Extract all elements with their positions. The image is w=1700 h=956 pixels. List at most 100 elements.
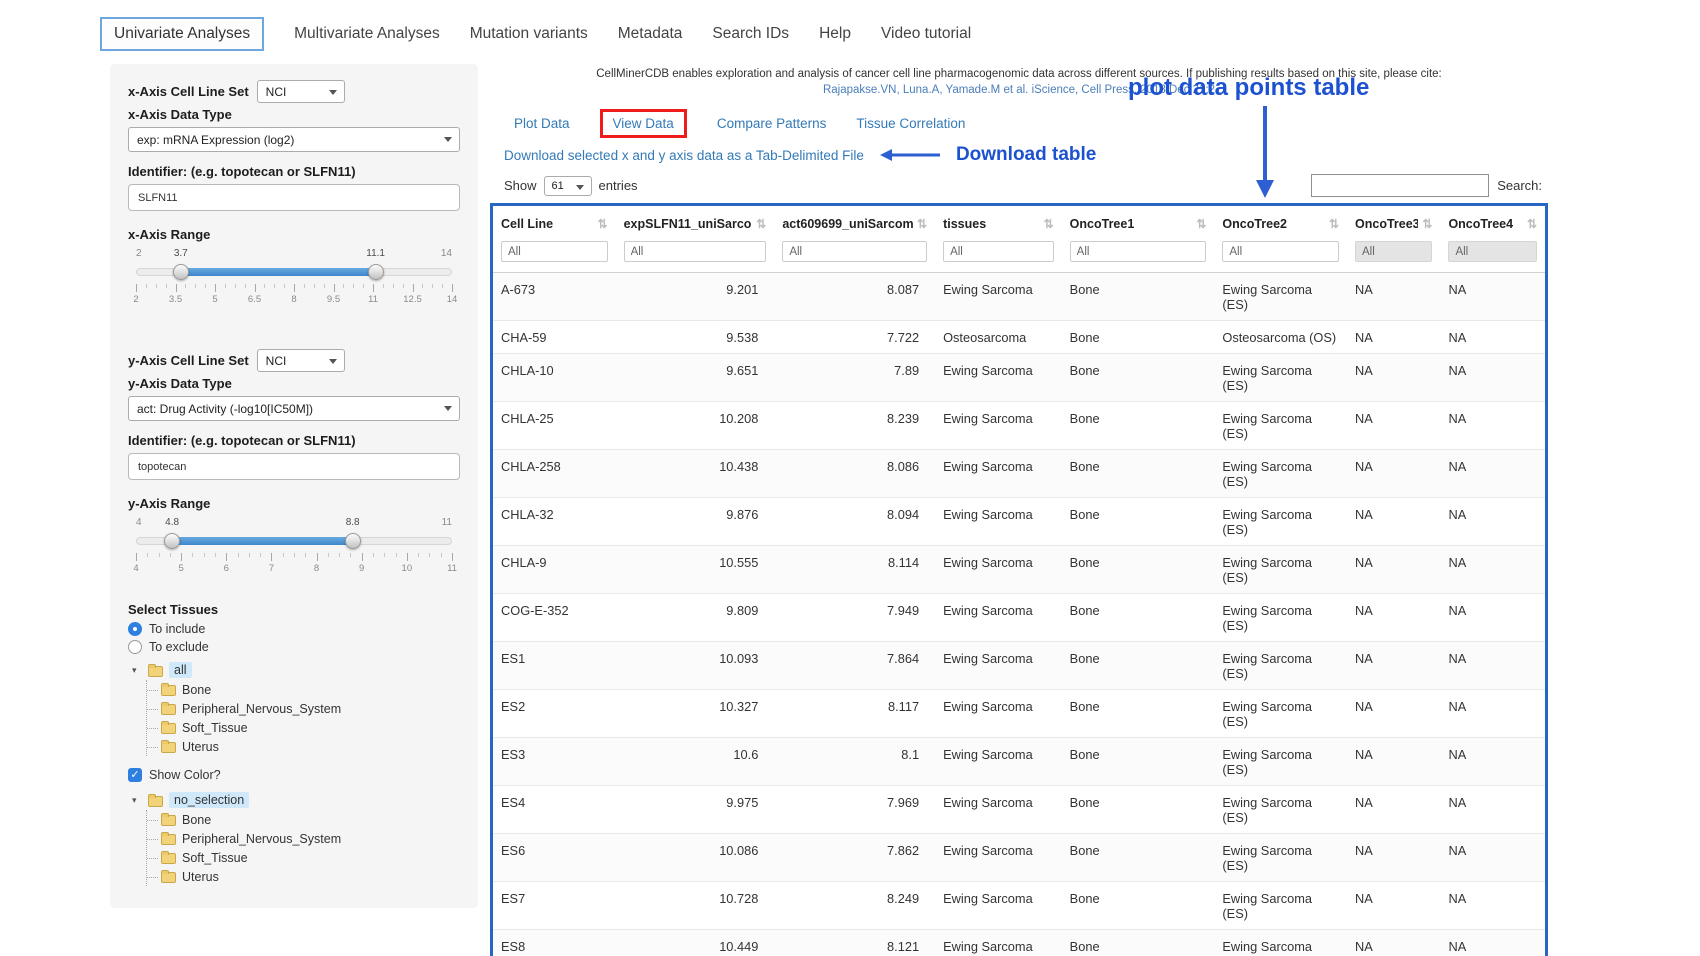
- table-row[interactable]: ES310.68.1Ewing SarcomaBoneEwing Sarcoma…: [493, 738, 1545, 786]
- nav-tab-video-tutorial[interactable]: Video tutorial: [881, 25, 971, 43]
- sort-icon: ⇅: [1527, 217, 1537, 231]
- cell-cell-line: ES1: [493, 642, 616, 690]
- filter-cell-tissues: [935, 239, 1062, 273]
- nav-tab-help[interactable]: Help: [819, 25, 851, 43]
- tab-tissue-correlation[interactable]: Tissue Correlation: [856, 116, 965, 131]
- search-input[interactable]: [1311, 174, 1489, 197]
- tab-plot-data[interactable]: Plot Data: [514, 116, 570, 131]
- filter-input-oncotree4[interactable]: [1448, 241, 1537, 262]
- cell-oncotree1: Bone: [1062, 738, 1215, 786]
- tree-node-uterus[interactable]: Uterus: [147, 737, 460, 756]
- table-row[interactable]: CHLA-329.8768.094Ewing SarcomaBoneEwing …: [493, 498, 1545, 546]
- column-header-tissues[interactable]: tissues⇅: [935, 206, 1062, 239]
- table-row[interactable]: COG-E-3529.8097.949Ewing SarcomaBoneEwin…: [493, 594, 1545, 642]
- y-axis-range-labels: 44.88.811: [136, 517, 452, 531]
- y-axis-range-handle-from[interactable]: [164, 533, 180, 549]
- tree-node-bone[interactable]: Bone: [147, 680, 460, 699]
- tree-node-peripheral-nervous-system[interactable]: Peripheral_Nervous_System: [147, 699, 460, 718]
- show-color-checkbox[interactable]: [128, 768, 142, 782]
- entries-label: entries: [599, 178, 638, 193]
- table-row[interactable]: ES210.3278.117Ewing SarcomaBoneEwing Sar…: [493, 690, 1545, 738]
- show-entries: Show 61 entries: [504, 176, 638, 196]
- table-row[interactable]: CHLA-25810.4388.086Ewing SarcomaBoneEwin…: [493, 450, 1545, 498]
- download-link[interactable]: Download selected x and y axis data as a…: [504, 148, 864, 163]
- column-header-oncotree3[interactable]: OncoTree3⇅: [1347, 206, 1440, 239]
- x-axis-range-label: x-Axis Range: [128, 227, 460, 242]
- cell-oncotree3: NA: [1347, 354, 1440, 402]
- tree-node-all[interactable]: all: [169, 662, 192, 678]
- nav-tab-mutation-variants[interactable]: Mutation variants: [470, 25, 588, 43]
- table-row[interactable]: ES810.4498.121Ewing SarcomaBoneEwing Sar…: [493, 930, 1545, 956]
- table-row[interactable]: A-6739.2018.087Ewing SarcomaBoneEwing Sa…: [493, 273, 1545, 321]
- nav-tab-metadata[interactable]: Metadata: [618, 25, 683, 43]
- y-axis-range-from-label: 4.8: [165, 517, 179, 528]
- y-axis-range-handle-to[interactable]: [345, 533, 361, 549]
- tree-expander-icon[interactable]: ▾: [132, 795, 142, 806]
- filter-input-oncotree3[interactable]: [1355, 241, 1432, 262]
- folder-icon: [161, 704, 176, 715]
- cell-act609699-unisarcoma: 8.121: [774, 930, 935, 956]
- y-axis-data-type-select[interactable]: act: Drug Activity (-log10[IC50M]): [128, 396, 460, 421]
- filter-input-act609699-unisarcoma[interactable]: [782, 241, 927, 262]
- cell-expslfn11-unisarcoma: 9.538: [616, 321, 775, 354]
- sort-icon: ⇅: [1196, 217, 1206, 231]
- y-axis-identifier-input[interactable]: [128, 453, 460, 480]
- entries-select[interactable]: 61: [544, 176, 592, 196]
- table-row[interactable]: ES610.0867.862Ewing SarcomaBoneEwing Sar…: [493, 834, 1545, 882]
- tree-expander-icon[interactable]: ▾: [132, 665, 142, 676]
- tree-node-no-selection[interactable]: no_selection: [169, 792, 249, 808]
- x-axis-range-handle-to[interactable]: [368, 264, 384, 280]
- x-axis-identifier-input[interactable]: [128, 184, 460, 211]
- nav-tab-multivariate-analyses[interactable]: Multivariate Analyses: [294, 25, 440, 43]
- table-row[interactable]: CHLA-2510.2088.239Ewing SarcomaBoneEwing…: [493, 402, 1545, 450]
- nav-tab-univariate-analyses[interactable]: Univariate Analyses: [100, 17, 264, 51]
- cell-oncotree2: Ewing Sarcoma (ES): [1214, 642, 1347, 690]
- cell-oncotree1: Bone: [1062, 882, 1215, 930]
- table-row[interactable]: CHA-599.5387.722OsteosarcomaBoneOsteosar…: [493, 321, 1545, 354]
- filter-input-cell-line[interactable]: [501, 241, 608, 262]
- y-axis-cell-line-set-select[interactable]: NCI: [257, 349, 345, 372]
- filter-input-oncotree2[interactable]: [1222, 241, 1339, 262]
- table-row[interactable]: ES110.0937.864Ewing SarcomaBoneEwing Sar…: [493, 642, 1545, 690]
- column-header-oncotree2[interactable]: OncoTree2⇅: [1214, 206, 1347, 239]
- table-row[interactable]: CHLA-109.6517.89Ewing SarcomaBoneEwing S…: [493, 354, 1545, 402]
- cell-oncotree2: Ewing Sarcoma (ES): [1214, 882, 1347, 930]
- tab-compare-patterns[interactable]: Compare Patterns: [717, 116, 827, 131]
- cell-expslfn11-unisarcoma: 10.728: [616, 882, 775, 930]
- x-axis-data-type-select[interactable]: exp: mRNA Expression (log2): [128, 127, 460, 152]
- tree-node-uterus[interactable]: Uterus: [147, 867, 460, 886]
- cell-act609699-unisarcoma: 7.722: [774, 321, 935, 354]
- filter-input-tissues[interactable]: [943, 241, 1054, 262]
- tree-node-peripheral-nervous-system[interactable]: Peripheral_Nervous_System: [147, 829, 460, 848]
- include-radio-label: To include: [149, 622, 205, 636]
- column-header-act609699-unisarcoma[interactable]: act609699_uniSarcoma⇅: [774, 206, 935, 239]
- citation-block: CellMinerCDB enables exploration and ana…: [490, 64, 1548, 98]
- filter-input-oncotree1[interactable]: [1070, 241, 1207, 262]
- x-axis-range-handle-from[interactable]: [173, 264, 189, 280]
- column-header-expslfn11-unisarcoma[interactable]: expSLFN11_uniSarcoma⇅: [616, 206, 775, 239]
- nav-tab-search-ids[interactable]: Search IDs: [712, 25, 789, 43]
- x-axis-cell-line-set-select[interactable]: NCI: [257, 80, 345, 103]
- exclude-radio[interactable]: [128, 640, 142, 654]
- cell-oncotree2: Ewing Sarcoma (ES): [1214, 273, 1347, 321]
- y-axis-range-to-label: 8.8: [346, 517, 360, 528]
- table-row[interactable]: ES710.7288.249Ewing SarcomaBoneEwing Sar…: [493, 882, 1545, 930]
- table-row[interactable]: ES49.9757.969Ewing SarcomaBoneEwing Sarc…: [493, 786, 1545, 834]
- cell-act609699-unisarcoma: 7.864: [774, 642, 935, 690]
- column-header-oncotree4[interactable]: OncoTree4⇅: [1440, 206, 1545, 239]
- tree-node-soft-tissue[interactable]: Soft_Tissue: [147, 848, 460, 867]
- filter-input-expslfn11-unisarcoma[interactable]: [624, 241, 767, 262]
- cell-oncotree3: NA: [1347, 321, 1440, 354]
- tab-view-data[interactable]: View Data: [613, 116, 674, 131]
- include-radio[interactable]: [128, 622, 142, 636]
- cell-oncotree4: NA: [1440, 594, 1545, 642]
- cell-oncotree1: Bone: [1062, 402, 1215, 450]
- cell-cell-line: CHLA-32: [493, 498, 616, 546]
- table-row[interactable]: CHLA-910.5558.114Ewing SarcomaBoneEwing …: [493, 546, 1545, 594]
- tree-node-bone[interactable]: Bone: [147, 810, 460, 829]
- column-header-oncotree1[interactable]: OncoTree1⇅: [1062, 206, 1215, 239]
- column-header-cell-line[interactable]: Cell Line⇅: [493, 206, 616, 239]
- x-axis-range-max-label: 14: [441, 248, 452, 259]
- filter-cell-oncotree4: [1440, 239, 1545, 273]
- tree-node-soft-tissue[interactable]: Soft_Tissue: [147, 718, 460, 737]
